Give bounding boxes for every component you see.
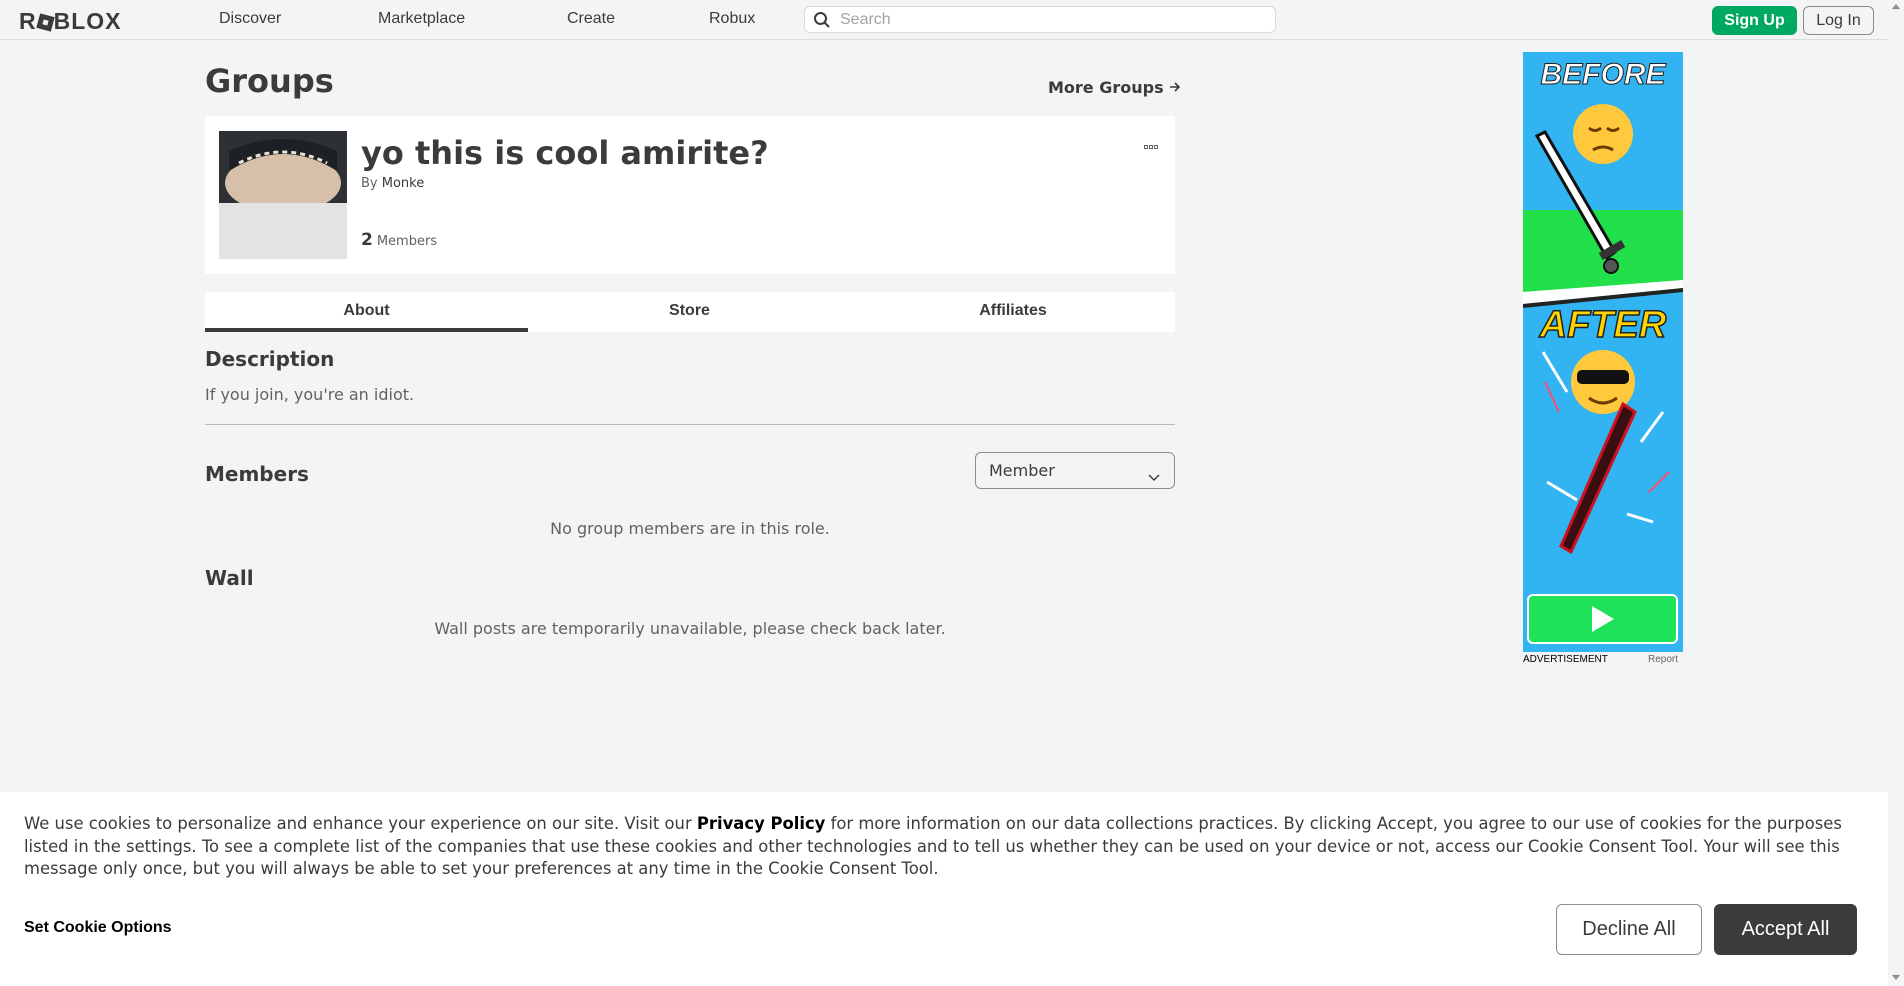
- advertisement-caption: ADVERTISEMENT: [1523, 654, 1608, 665]
- ad-artwork: [1523, 104, 1683, 555]
- group-owner-line: By Monke: [361, 176, 424, 191]
- roblox-logo[interactable]: R BLOX: [19, 8, 122, 35]
- cookie-consent-banner: We use cookies to personalize and enhanc…: [0, 792, 1888, 986]
- more-options-icon[interactable]: [1144, 134, 1164, 149]
- ad-before-label: BEFORE: [1540, 58, 1666, 92]
- play-icon: [1592, 606, 1614, 632]
- tab-store[interactable]: Store: [528, 292, 851, 332]
- chevron-down-icon: [1148, 467, 1160, 486]
- cookie-text-start: We use cookies to personalize and enhanc…: [24, 814, 697, 833]
- group-tabs: About Store Affiliates: [205, 292, 1175, 332]
- cookie-message: We use cookies to personalize and enhanc…: [24, 813, 1854, 881]
- top-navigation-bar: R BLOX Discover Marketplace Create Robux …: [0, 0, 1888, 40]
- members-heading: Members: [205, 462, 309, 486]
- sign-up-button[interactable]: Sign Up: [1712, 6, 1797, 35]
- member-count-label: Members: [376, 234, 438, 249]
- log-in-button[interactable]: Log In: [1803, 6, 1874, 35]
- nav-link-marketplace[interactable]: Marketplace: [378, 10, 465, 28]
- wall-empty-message: Wall posts are temporarily unavailable, …: [434, 619, 946, 638]
- by-label: By: [361, 176, 378, 191]
- set-cookie-options-link[interactable]: Set Cookie Options: [24, 919, 172, 937]
- member-count-number: 2: [361, 230, 373, 250]
- more-groups-link[interactable]: More Groups: [1048, 78, 1181, 97]
- ad-after-label: AFTER: [1539, 303, 1667, 347]
- group-header-card: yo this is cool amirite? By Monke 2 Membe…: [205, 116, 1175, 274]
- accept-all-button[interactable]: Accept All: [1714, 904, 1857, 955]
- nav-link-create[interactable]: Create: [567, 10, 615, 28]
- group-member-count: 2 Members: [361, 230, 437, 250]
- group-name: yo this is cool amirite?: [361, 134, 769, 172]
- tab-affiliates[interactable]: Affiliates: [851, 292, 1175, 332]
- scroll-up-arrow-icon[interactable]: [1892, 4, 1900, 9]
- page-scrollbar[interactable]: [1888, 0, 1904, 986]
- search-icon: [813, 11, 831, 33]
- arrow-right-icon: [1169, 78, 1181, 97]
- advertisement-banner[interactable]: BEFORE AFTER: [1523, 52, 1683, 652]
- privacy-policy-link[interactable]: Privacy Policy: [697, 814, 825, 833]
- section-divider: [205, 424, 1175, 425]
- ad-report-link[interactable]: Report: [1648, 654, 1678, 665]
- group-emblem-image: [219, 131, 347, 259]
- nav-link-robux[interactable]: Robux: [709, 10, 755, 28]
- role-dropdown[interactable]: Member: [975, 452, 1175, 489]
- tab-about[interactable]: About: [205, 292, 528, 332]
- scroll-down-arrow-icon[interactable]: [1892, 975, 1900, 980]
- group-owner-link[interactable]: Monke: [382, 176, 424, 191]
- more-groups-label: More Groups: [1048, 78, 1164, 97]
- decline-all-button[interactable]: Decline All: [1556, 904, 1702, 955]
- page-title: Groups: [205, 62, 334, 100]
- description-text: If you join, you're an idiot.: [205, 385, 415, 404]
- search-box[interactable]: [804, 6, 1276, 33]
- description-heading: Description: [205, 347, 335, 371]
- members-empty-message: No group members are in this role.: [550, 519, 830, 538]
- role-dropdown-value: Member: [989, 461, 1055, 480]
- wall-heading: Wall: [205, 566, 254, 590]
- search-input[interactable]: [838, 9, 1262, 31]
- ad-play-button[interactable]: [1527, 594, 1678, 644]
- nav-link-discover[interactable]: Discover: [219, 10, 281, 28]
